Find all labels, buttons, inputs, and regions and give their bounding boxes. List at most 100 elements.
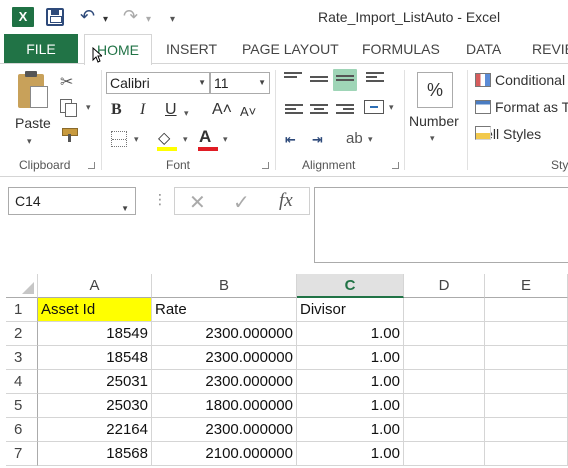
enter-icon[interactable]: ✓ (233, 190, 250, 215)
cell-b1[interactable]: Rate (152, 298, 297, 322)
cell-a6[interactable]: 22164 (38, 418, 152, 442)
cell-e4[interactable] (485, 370, 568, 394)
tab-data[interactable]: DATA (466, 34, 501, 64)
font-name-combobox[interactable]: Calibri ▼ (106, 72, 210, 94)
redo-icon[interactable]: ↷ (123, 6, 138, 26)
cell-c5[interactable]: 1.00 (297, 394, 404, 418)
cell-e3[interactable] (485, 346, 568, 370)
cell-b2[interactable]: 2300.000000 (152, 322, 297, 346)
cancel-icon[interactable]: ✕ (189, 190, 206, 215)
underline-dropdown-icon[interactable]: ▾ (184, 104, 189, 122)
conditional-formatting-button[interactable]: Conditional (475, 72, 565, 92)
cell-b6[interactable]: 2300.000000 (152, 418, 297, 442)
cell-e6[interactable] (485, 418, 568, 442)
bold-button[interactable]: B (111, 101, 122, 119)
select-all-button[interactable] (6, 274, 38, 298)
excel-logo-icon[interactable]: X (12, 7, 34, 27)
number-format-dropdown-icon[interactable]: ▾ (430, 133, 435, 144)
name-box[interactable]: C14 ▼ (8, 187, 136, 215)
paste-icon[interactable] (18, 71, 48, 108)
cell-e1[interactable] (485, 298, 568, 322)
borders-dropdown-icon[interactable]: ▾ (134, 134, 139, 145)
cell-a4[interactable]: 25031 (38, 370, 152, 394)
cell-d4[interactable] (404, 370, 485, 394)
formula-bar-grip-icon[interactable]: ⋮ (153, 191, 167, 208)
align-center-icon[interactable] (310, 104, 328, 118)
row-header-3[interactable]: 3 (6, 346, 38, 370)
cell-c4[interactable]: 1.00 (297, 370, 404, 394)
cell-d5[interactable] (404, 394, 485, 418)
undo-dropdown-icon[interactable]: ▾ (103, 10, 108, 30)
paste-dropdown-icon[interactable]: ▾ (27, 136, 32, 147)
row-header-6[interactable]: 6 (6, 418, 38, 442)
cell-b4[interactable]: 2300.000000 (152, 370, 297, 394)
align-middle-icon[interactable] (310, 76, 328, 90)
cell-d1[interactable] (404, 298, 485, 322)
column-header-c[interactable]: C (297, 274, 404, 298)
column-header-d[interactable]: D (404, 274, 485, 298)
cell-a5[interactable]: 25030 (38, 394, 152, 418)
row-header-4[interactable]: 4 (6, 370, 38, 394)
format-painter-icon[interactable] (62, 128, 78, 142)
column-header-b[interactable]: B (152, 274, 297, 298)
cell-c1[interactable]: Divisor (297, 298, 404, 322)
font-color-dropdown-icon[interactable]: ▾ (223, 134, 228, 145)
cell-c3[interactable]: 1.00 (297, 346, 404, 370)
cell-c2[interactable]: 1.00 (297, 322, 404, 346)
italic-button[interactable]: I (140, 101, 145, 119)
borders-icon[interactable] (111, 131, 127, 147)
align-right-icon[interactable] (336, 104, 354, 118)
underline-button[interactable]: U (165, 101, 177, 119)
cell-e5[interactable] (485, 394, 568, 418)
shrink-font-button[interactable]: A˅ (240, 103, 256, 121)
name-box-dropdown-icon[interactable]: ▼ (121, 196, 129, 222)
cell-a2[interactable]: 18549 (38, 322, 152, 346)
redo-dropdown-icon[interactable]: ▾ (146, 10, 151, 30)
cell-d7[interactable] (404, 442, 485, 466)
cell-d3[interactable] (404, 346, 485, 370)
font-color-icon[interactable]: A (199, 127, 211, 147)
tab-page-layout[interactable]: PAGE LAYOUT (242, 34, 339, 64)
format-as-table-button[interactable]: Format as T (475, 99, 568, 119)
increase-indent-icon[interactable]: ⇥ (312, 132, 323, 148)
font-launcher-icon[interactable] (262, 162, 269, 169)
customize-toolbar-icon[interactable]: ▾ (170, 10, 175, 30)
cell-a7[interactable]: 18568 (38, 442, 152, 466)
undo-icon[interactable]: ↶ (80, 6, 95, 26)
formula-input[interactable] (314, 187, 568, 263)
font-name-dropdown-icon[interactable]: ▼ (198, 73, 206, 93)
decrease-indent-icon[interactable]: ⇤ (285, 132, 296, 148)
cell-b3[interactable]: 2300.000000 (152, 346, 297, 370)
cell-b5[interactable]: 1800.000000 (152, 394, 297, 418)
paste-button-label[interactable]: Paste (15, 115, 51, 131)
cell-a1[interactable]: Asset Id (38, 298, 152, 322)
percent-icon[interactable]: % (417, 72, 453, 108)
font-size-dropdown-icon[interactable]: ▼ (258, 73, 266, 93)
cut-icon[interactable]: ✂ (60, 72, 73, 92)
fill-color-icon[interactable]: ◇ (158, 128, 170, 148)
align-left-icon[interactable] (285, 104, 303, 118)
grow-font-button[interactable]: A˄ (212, 101, 232, 119)
cell-a3[interactable]: 18548 (38, 346, 152, 370)
cell-e7[interactable] (485, 442, 568, 466)
cell-e2[interactable] (485, 322, 568, 346)
row-header-5[interactable]: 5 (6, 394, 38, 418)
tab-file[interactable]: FILE (4, 34, 78, 64)
font-size-combobox[interactable]: 11 ▼ (210, 72, 270, 94)
cell-b7[interactable]: 2100.000000 (152, 442, 297, 466)
align-top-icon[interactable] (284, 72, 302, 86)
fill-color-dropdown-icon[interactable]: ▾ (183, 134, 188, 145)
align-bottom-icon[interactable] (333, 69, 357, 91)
orientation-dropdown-icon[interactable]: ▾ (368, 134, 373, 145)
alignment-launcher-icon[interactable] (392, 162, 399, 169)
copy-dropdown-icon[interactable]: ▾ (86, 102, 91, 113)
number-format-button-label[interactable]: Number (409, 113, 459, 129)
row-header-7[interactable]: 7 (6, 442, 38, 466)
merge-dropdown-icon[interactable]: ▾ (389, 102, 394, 113)
cell-d6[interactable] (404, 418, 485, 442)
insert-function-icon[interactable]: fx (279, 190, 293, 212)
wrap-text-icon[interactable] (366, 72, 384, 86)
cell-c6[interactable]: 1.00 (297, 418, 404, 442)
column-header-e[interactable]: E (485, 274, 568, 298)
copy-icon[interactable] (60, 99, 77, 117)
